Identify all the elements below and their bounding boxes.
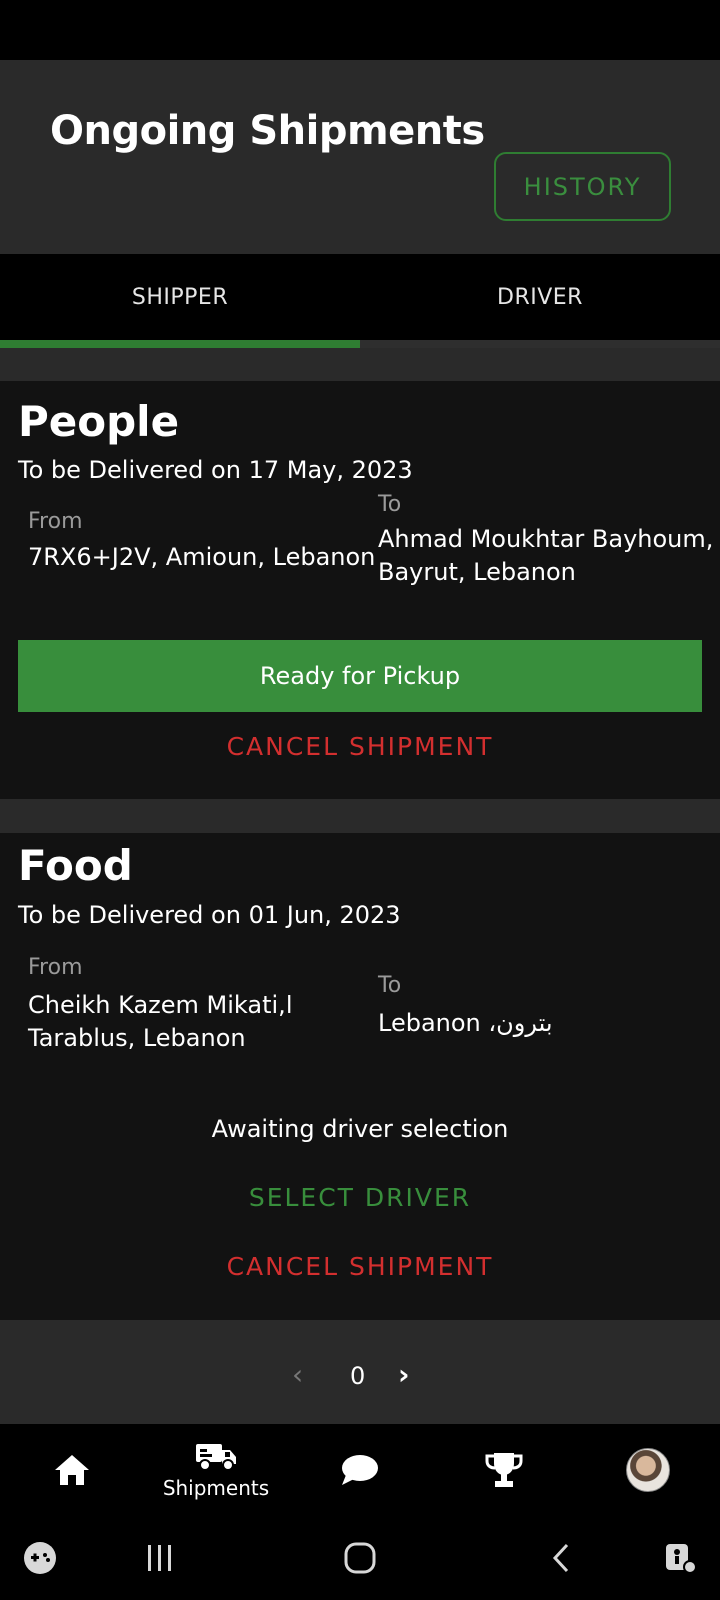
from-address-line: 7RX6+J2V, Amioun, Lebanon — [28, 543, 376, 571]
to-address: Lebanon ،بترون — [378, 1007, 553, 1040]
tab-selected-indicator — [0, 340, 360, 348]
back-icon — [552, 1543, 569, 1573]
from-address: 7RX6+J2V, Amioun, Lebanon — [28, 541, 375, 574]
role-tabs: SHIPPER DRIVER — [0, 254, 720, 348]
from-address-line: Cheikh Kazem Mikati,ا — [28, 991, 293, 1019]
shipment-type: Food — [18, 841, 133, 890]
to-label: To — [378, 492, 402, 517]
delivery-date: To be Delivered on 01 Jun, 2023 — [18, 901, 401, 929]
nav-profile[interactable] — [576, 1424, 720, 1516]
from-address-line: Tarablus, Lebanon — [28, 1024, 246, 1052]
pagination: ‹ 0 › — [0, 1350, 720, 1410]
from-label: From — [28, 509, 83, 534]
accessibility-icon — [666, 1544, 697, 1574]
to-label: To — [378, 973, 402, 998]
nav-shipments[interactable]: Shipments — [144, 1424, 288, 1516]
page-number: 0 — [350, 1362, 366, 1390]
to-address-line: Bayrut, Lebanon — [378, 558, 576, 586]
accessibility-button[interactable] — [658, 1536, 702, 1580]
page-title: Ongoing Shipments — [50, 108, 485, 154]
to-address: Ahmad Moukhtar Bayhoum, Bayrut, Lebanon — [378, 523, 713, 589]
ready-for-pickup-button[interactable]: Ready for Pickup — [18, 640, 702, 712]
to-address-line: Ahmad Moukhtar Bayhoum, — [378, 525, 714, 553]
tab-shipper[interactable]: SHIPPER — [0, 254, 360, 340]
cancel-shipment-button[interactable]: CANCEL SHIPMENT — [0, 1252, 720, 1281]
cancel-shipment-button[interactable]: CANCEL SHIPMENT — [0, 732, 720, 761]
nav-label-shipments: Shipments — [162, 1476, 270, 1500]
history-button[interactable]: HISTORY — [494, 152, 671, 221]
nav-leaderboard[interactable] — [432, 1424, 576, 1516]
truck-icon — [196, 1444, 236, 1471]
shipment-type: People — [18, 397, 180, 446]
previous-page-button[interactable]: ‹ — [292, 1358, 303, 1391]
system-navigation-bar — [0, 1516, 720, 1600]
tab-driver[interactable]: DRIVER — [360, 254, 720, 340]
status-bar — [0, 0, 720, 60]
home-system-button[interactable] — [338, 1536, 382, 1580]
next-page-button[interactable]: › — [398, 1358, 410, 1391]
avatar — [626, 1448, 670, 1492]
nav-chat[interactable] — [288, 1424, 432, 1516]
recent-apps-button[interactable] — [138, 1536, 182, 1580]
chat-icon — [342, 1455, 378, 1485]
gamepad-icon — [24, 1542, 56, 1574]
back-button[interactable] — [540, 1536, 584, 1580]
from-address: Cheikh Kazem Mikati,ا Tarablus, Lebanon — [28, 989, 292, 1055]
game-launcher-button[interactable] — [18, 1536, 62, 1580]
nav-home[interactable] — [0, 1424, 144, 1516]
shipment-status: Awaiting driver selection — [211, 1115, 509, 1143]
shipment-card: Food To be Delivered on 01 Jun, 2023 Fro… — [0, 833, 720, 1320]
home-icon — [55, 1455, 89, 1485]
to-address-line: Lebanon ،بترون — [378, 1009, 553, 1037]
select-driver-button[interactable]: SELECT DRIVER — [0, 1183, 720, 1212]
from-label: From — [28, 955, 83, 980]
shipment-card: People To be Delivered on 17 May, 2023 F… — [0, 381, 720, 799]
delivery-date: To be Delivered on 17 May, 2023 — [18, 456, 413, 484]
recents-icon — [148, 1545, 171, 1571]
trophy-icon — [485, 1453, 523, 1487]
home-outline-icon — [344, 1542, 376, 1574]
bottom-navigation: Shipments — [0, 1424, 720, 1516]
